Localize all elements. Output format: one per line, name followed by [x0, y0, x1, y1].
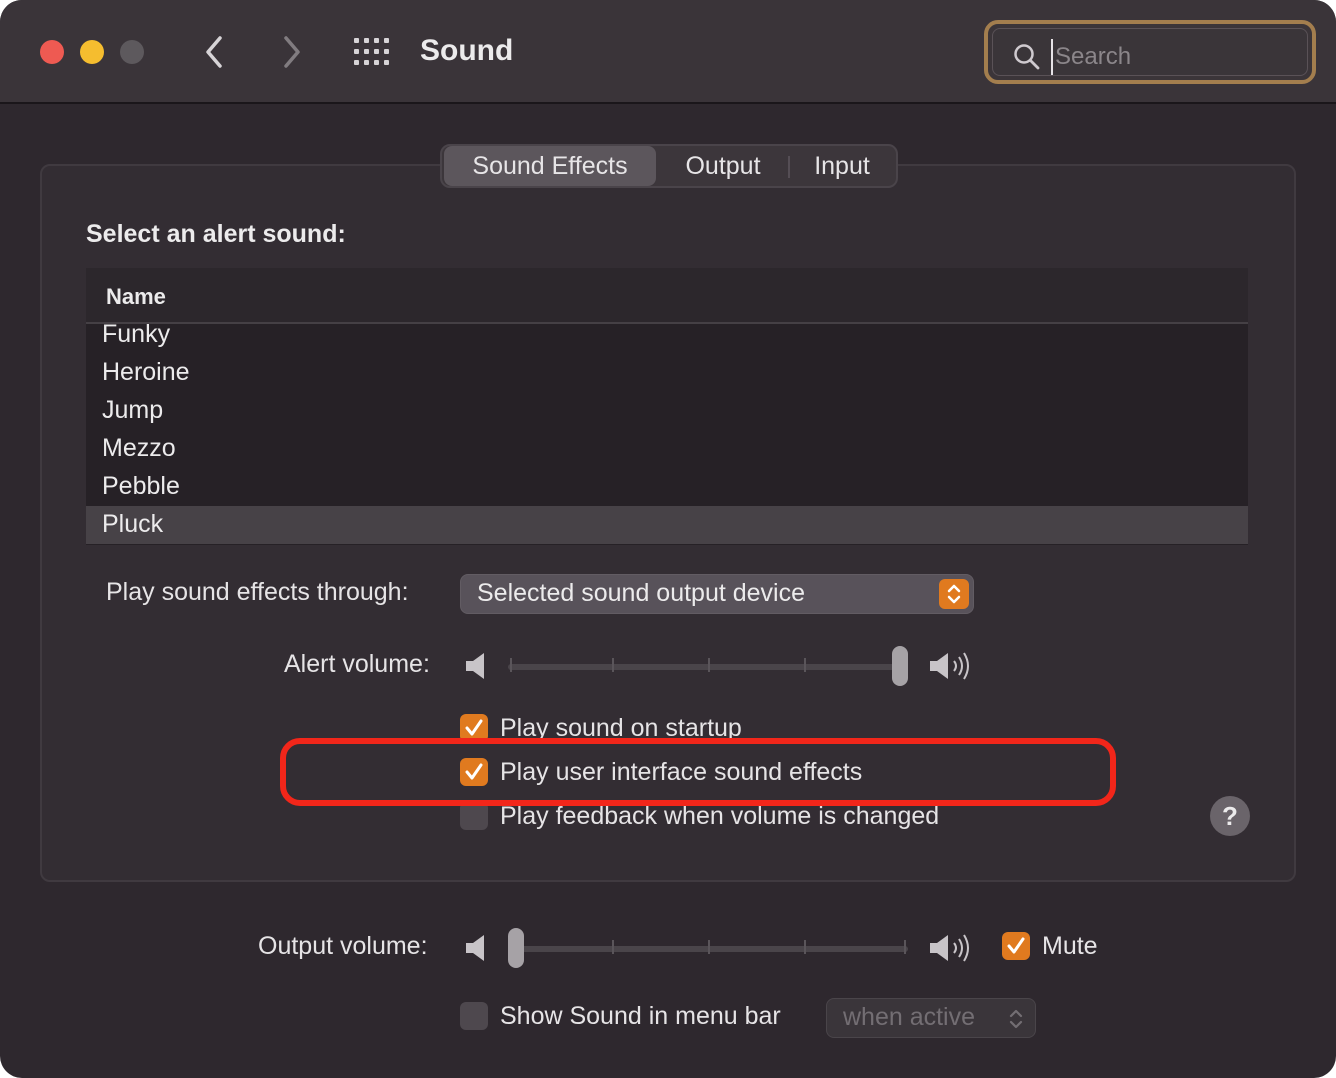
checkmark-icon: [1007, 937, 1025, 954]
close-button[interactable]: [40, 40, 64, 64]
tab-output[interactable]: Output: [658, 146, 788, 186]
speaker-loud-icon: [930, 934, 969, 962]
speaker-loud-icon: [930, 652, 969, 680]
search-field[interactable]: [984, 20, 1316, 84]
popup-stepper-icon: [939, 579, 969, 609]
slider-tick: [510, 658, 512, 672]
mute-checkbox[interactable]: [1002, 932, 1030, 960]
show-all-grid-icon[interactable]: [354, 38, 390, 66]
titlebar: Sound: [0, 0, 1336, 104]
list-item-selected[interactable]: Pluck: [86, 506, 1248, 544]
list-item[interactable]: Funky: [86, 316, 1248, 354]
minimize-button[interactable]: [80, 40, 104, 64]
list-item[interactable]: Heroine: [86, 354, 1248, 392]
slider-tick: [612, 658, 614, 672]
output-volume-slider[interactable]: [508, 928, 908, 968]
zoom-button[interactable]: [120, 40, 144, 64]
search-input[interactable]: [1051, 39, 1291, 75]
sound-preferences-window: Sound Sound Effects Output Input Select …: [0, 0, 1336, 1078]
menu-bar-label: Show Sound in menu bar: [500, 1002, 781, 1030]
search-icon: [1014, 44, 1040, 70]
volume-feedback-checkbox[interactable]: [460, 802, 488, 830]
list-item[interactable]: Pebble: [86, 468, 1248, 506]
volume-feedback-label: Play feedback when volume is changed: [500, 802, 940, 830]
slider-tick: [612, 940, 614, 954]
slider-tick: [708, 940, 710, 954]
help-button[interactable]: ?: [1210, 796, 1250, 836]
speaker-quiet-icon: [466, 935, 484, 961]
alert-volume-label: Alert volume:: [284, 650, 430, 678]
play-through-value: Selected sound output device: [477, 579, 806, 607]
chevron-updown-icon: [1009, 1009, 1023, 1029]
back-arrow-icon[interactable]: [200, 32, 230, 72]
output-volume-label: Output volume:: [258, 932, 428, 960]
slider-tick: [804, 658, 806, 672]
speaker-quiet-icon: [466, 653, 484, 679]
alert-sound-list[interactable]: Name Funky Heroine Jump Mezzo Pebble Plu…: [86, 268, 1248, 545]
alert-volume-knob[interactable]: [892, 646, 908, 686]
menu-bar-checkbox[interactable]: [460, 1002, 488, 1030]
name-column-header[interactable]: Name: [106, 284, 166, 310]
play-through-popup[interactable]: Selected sound output device: [460, 574, 974, 614]
alert-volume-slider[interactable]: [508, 646, 908, 686]
menu-bar-popup-value: when active: [843, 1003, 976, 1031]
tab-input[interactable]: Input: [790, 146, 894, 186]
tab-bar: Sound Effects Output Input: [440, 144, 898, 188]
list-item[interactable]: Mezzo: [86, 430, 1248, 468]
search-field-inner: [992, 28, 1308, 76]
checkmark-icon: [465, 719, 483, 736]
menu-bar-popup[interactable]: when active: [826, 998, 1036, 1038]
alert-sound-heading: Select an alert sound:: [86, 220, 346, 248]
list-item[interactable]: Jump: [86, 392, 1248, 430]
forward-arrow-icon[interactable]: [276, 32, 306, 72]
play-through-label: Play sound effects through:: [106, 578, 409, 606]
tab-sound-effects[interactable]: Sound Effects: [444, 146, 656, 186]
annotation-highlight: [280, 738, 1116, 806]
output-volume-knob[interactable]: [508, 928, 524, 968]
slider-tick: [804, 940, 806, 954]
mute-label: Mute: [1042, 932, 1098, 960]
window-title: Sound: [420, 34, 514, 67]
slider-tick: [904, 940, 906, 954]
slider-tick: [708, 658, 710, 672]
